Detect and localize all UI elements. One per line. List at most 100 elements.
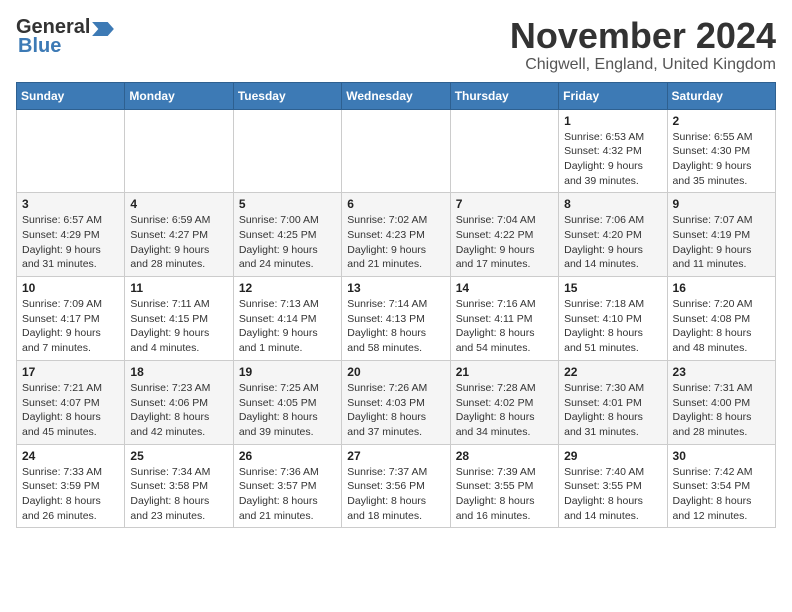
- day-number: 12: [239, 281, 336, 295]
- calendar-header: SundayMondayTuesdayWednesdayThursdayFrid…: [17, 82, 776, 109]
- calendar-cell: 19 Sunrise: 7:25 AM Sunset: 4:05 PM Dayli…: [233, 360, 341, 444]
- weekday-header-friday: Friday: [559, 82, 667, 109]
- day-info: Sunrise: 7:42 AM Sunset: 3:54 PM Dayligh…: [673, 465, 770, 524]
- weekday-header-tuesday: Tuesday: [233, 82, 341, 109]
- calendar-cell: [450, 109, 558, 193]
- day-number: 17: [22, 365, 119, 379]
- calendar-cell: 14Sunrise: 7:16 AM Sunset: 4:11 PM Dayli…: [450, 277, 558, 361]
- calendar-cell: 2Sunrise: 6:55 AM Sunset: 4:30 PM Daylig…: [667, 109, 775, 193]
- calendar-cell: 17 Sunrise: 7:21 AM Sunset: 4:07 PM Dayli…: [17, 360, 125, 444]
- day-info: Sunrise: 6:59 AM Sunset: 4:27 PM Dayligh…: [130, 213, 227, 272]
- calendar-body: 1 Sunrise: 6:53 AM Sunset: 4:32 PM Daylig…: [17, 109, 776, 528]
- weekday-header-thursday: Thursday: [450, 82, 558, 109]
- day-number: 8: [564, 197, 661, 211]
- day-number: 29: [564, 449, 661, 463]
- calendar-week-5: 24 Sunrise: 7:33 AM Sunset: 3:59 PM Dayli…: [17, 444, 776, 528]
- day-number: 20: [347, 365, 444, 379]
- day-number: 7: [456, 197, 553, 211]
- day-number: 10: [22, 281, 119, 295]
- calendar-cell: [233, 109, 341, 193]
- day-number: 22: [564, 365, 661, 379]
- day-info: Sunrise: 7:11 AM Sunset: 4:15 PM Dayligh…: [130, 297, 227, 356]
- day-info: Sunrise: 7:04 AM Sunset: 4:22 PM Dayligh…: [456, 213, 553, 272]
- day-number: 15: [564, 281, 661, 295]
- calendar-cell: 25Sunrise: 7:34 AM Sunset: 3:58 PM Dayli…: [125, 444, 233, 528]
- day-info: Sunrise: 7:31 AM Sunset: 4:00 PM Dayligh…: [673, 381, 770, 440]
- calendar-cell: 22 Sunrise: 7:30 AM Sunset: 4:01 PM Dayli…: [559, 360, 667, 444]
- day-number: 1: [564, 114, 661, 128]
- location: Chigwell, England, United Kingdom: [510, 56, 776, 74]
- calendar-cell: 7 Sunrise: 7:04 AM Sunset: 4:22 PM Daylig…: [450, 193, 558, 277]
- day-info: Sunrise: 7:02 AM Sunset: 4:23 PM Dayligh…: [347, 213, 444, 272]
- calendar-cell: 28 Sunrise: 7:39 AM Sunset: 3:55 PM Dayli…: [450, 444, 558, 528]
- day-number: 6: [347, 197, 444, 211]
- day-info: Sunrise: 7:06 AM Sunset: 4:20 PM Dayligh…: [564, 213, 661, 272]
- calendar-cell: 29Sunrise: 7:40 AM Sunset: 3:55 PM Dayli…: [559, 444, 667, 528]
- calendar-week-4: 17 Sunrise: 7:21 AM Sunset: 4:07 PM Dayli…: [17, 360, 776, 444]
- logo-blue: Blue: [18, 35, 61, 58]
- day-info: Sunrise: 7:21 AM Sunset: 4:07 PM Dayligh…: [22, 381, 119, 440]
- day-number: 2: [673, 114, 770, 128]
- month-title: November 2024: [510, 16, 776, 56]
- day-number: 30: [673, 449, 770, 463]
- day-info: Sunrise: 7:25 AM Sunset: 4:05 PM Dayligh…: [239, 381, 336, 440]
- weekday-header-saturday: Saturday: [667, 82, 775, 109]
- day-info: Sunrise: 7:26 AM Sunset: 4:03 PM Dayligh…: [347, 381, 444, 440]
- calendar-cell: 8 Sunrise: 7:06 AM Sunset: 4:20 PM Daylig…: [559, 193, 667, 277]
- day-number: 4: [130, 197, 227, 211]
- day-number: 3: [22, 197, 119, 211]
- calendar-week-1: 1 Sunrise: 6:53 AM Sunset: 4:32 PM Daylig…: [17, 109, 776, 193]
- calendar-cell: 3 Sunrise: 6:57 AM Sunset: 4:29 PM Daylig…: [17, 193, 125, 277]
- day-info: Sunrise: 7:18 AM Sunset: 4:10 PM Dayligh…: [564, 297, 661, 356]
- day-number: 5: [239, 197, 336, 211]
- logo-icon: [92, 22, 114, 36]
- weekday-header-sunday: Sunday: [17, 82, 125, 109]
- day-info: Sunrise: 7:39 AM Sunset: 3:55 PM Dayligh…: [456, 465, 553, 524]
- calendar-cell: 11Sunrise: 7:11 AM Sunset: 4:15 PM Dayli…: [125, 277, 233, 361]
- calendar-cell: 6 Sunrise: 7:02 AM Sunset: 4:23 PM Daylig…: [342, 193, 450, 277]
- day-number: 19: [239, 365, 336, 379]
- day-number: 23: [673, 365, 770, 379]
- day-info: Sunrise: 7:00 AM Sunset: 4:25 PM Dayligh…: [239, 213, 336, 272]
- calendar-cell: 9Sunrise: 7:07 AM Sunset: 4:19 PM Daylig…: [667, 193, 775, 277]
- day-info: Sunrise: 6:53 AM Sunset: 4:32 PM Dayligh…: [564, 130, 661, 189]
- day-number: 14: [456, 281, 553, 295]
- day-number: 28: [456, 449, 553, 463]
- calendar-cell: 5 Sunrise: 7:00 AM Sunset: 4:25 PM Daylig…: [233, 193, 341, 277]
- day-info: Sunrise: 7:23 AM Sunset: 4:06 PM Dayligh…: [130, 381, 227, 440]
- day-info: Sunrise: 6:57 AM Sunset: 4:29 PM Dayligh…: [22, 213, 119, 272]
- calendar-cell: 20 Sunrise: 7:26 AM Sunset: 4:03 PM Dayli…: [342, 360, 450, 444]
- logo: General Blue: [16, 16, 114, 58]
- day-info: Sunrise: 7:30 AM Sunset: 4:01 PM Dayligh…: [564, 381, 661, 440]
- calendar-cell: 10Sunrise: 7:09 AM Sunset: 4:17 PM Dayli…: [17, 277, 125, 361]
- day-info: Sunrise: 7:20 AM Sunset: 4:08 PM Dayligh…: [673, 297, 770, 356]
- calendar-cell: 12 Sunrise: 7:13 AM Sunset: 4:14 PM Dayli…: [233, 277, 341, 361]
- day-info: Sunrise: 7:13 AM Sunset: 4:14 PM Dayligh…: [239, 297, 336, 356]
- calendar-cell: [125, 109, 233, 193]
- calendar-cell: 26Sunrise: 7:36 AM Sunset: 3:57 PM Dayli…: [233, 444, 341, 528]
- weekday-header-monday: Monday: [125, 82, 233, 109]
- header: General Blue November 2024 Chigwell, Eng…: [16, 16, 776, 74]
- calendar-cell: [17, 109, 125, 193]
- day-number: 9: [673, 197, 770, 211]
- title-area: November 2024 Chigwell, England, United …: [510, 16, 776, 74]
- calendar: SundayMondayTuesdayWednesdayThursdayFrid…: [16, 82, 776, 529]
- calendar-cell: [342, 109, 450, 193]
- calendar-cell: 13Sunrise: 7:14 AM Sunset: 4:13 PM Dayli…: [342, 277, 450, 361]
- calendar-cell: 16Sunrise: 7:20 AM Sunset: 4:08 PM Dayli…: [667, 277, 775, 361]
- calendar-cell: 30 Sunrise: 7:42 AM Sunset: 3:54 PM Dayli…: [667, 444, 775, 528]
- calendar-cell: 1 Sunrise: 6:53 AM Sunset: 4:32 PM Daylig…: [559, 109, 667, 193]
- day-info: Sunrise: 7:37 AM Sunset: 3:56 PM Dayligh…: [347, 465, 444, 524]
- day-info: Sunrise: 7:33 AM Sunset: 3:59 PM Dayligh…: [22, 465, 119, 524]
- day-number: 25: [130, 449, 227, 463]
- calendar-week-3: 10Sunrise: 7:09 AM Sunset: 4:17 PM Dayli…: [17, 277, 776, 361]
- calendar-cell: 15 Sunrise: 7:18 AM Sunset: 4:10 PM Dayli…: [559, 277, 667, 361]
- day-number: 18: [130, 365, 227, 379]
- calendar-week-2: 3 Sunrise: 6:57 AM Sunset: 4:29 PM Daylig…: [17, 193, 776, 277]
- day-number: 24: [22, 449, 119, 463]
- day-number: 13: [347, 281, 444, 295]
- day-info: Sunrise: 7:28 AM Sunset: 4:02 PM Dayligh…: [456, 381, 553, 440]
- day-number: 21: [456, 365, 553, 379]
- weekday-header-wednesday: Wednesday: [342, 82, 450, 109]
- day-info: Sunrise: 7:36 AM Sunset: 3:57 PM Dayligh…: [239, 465, 336, 524]
